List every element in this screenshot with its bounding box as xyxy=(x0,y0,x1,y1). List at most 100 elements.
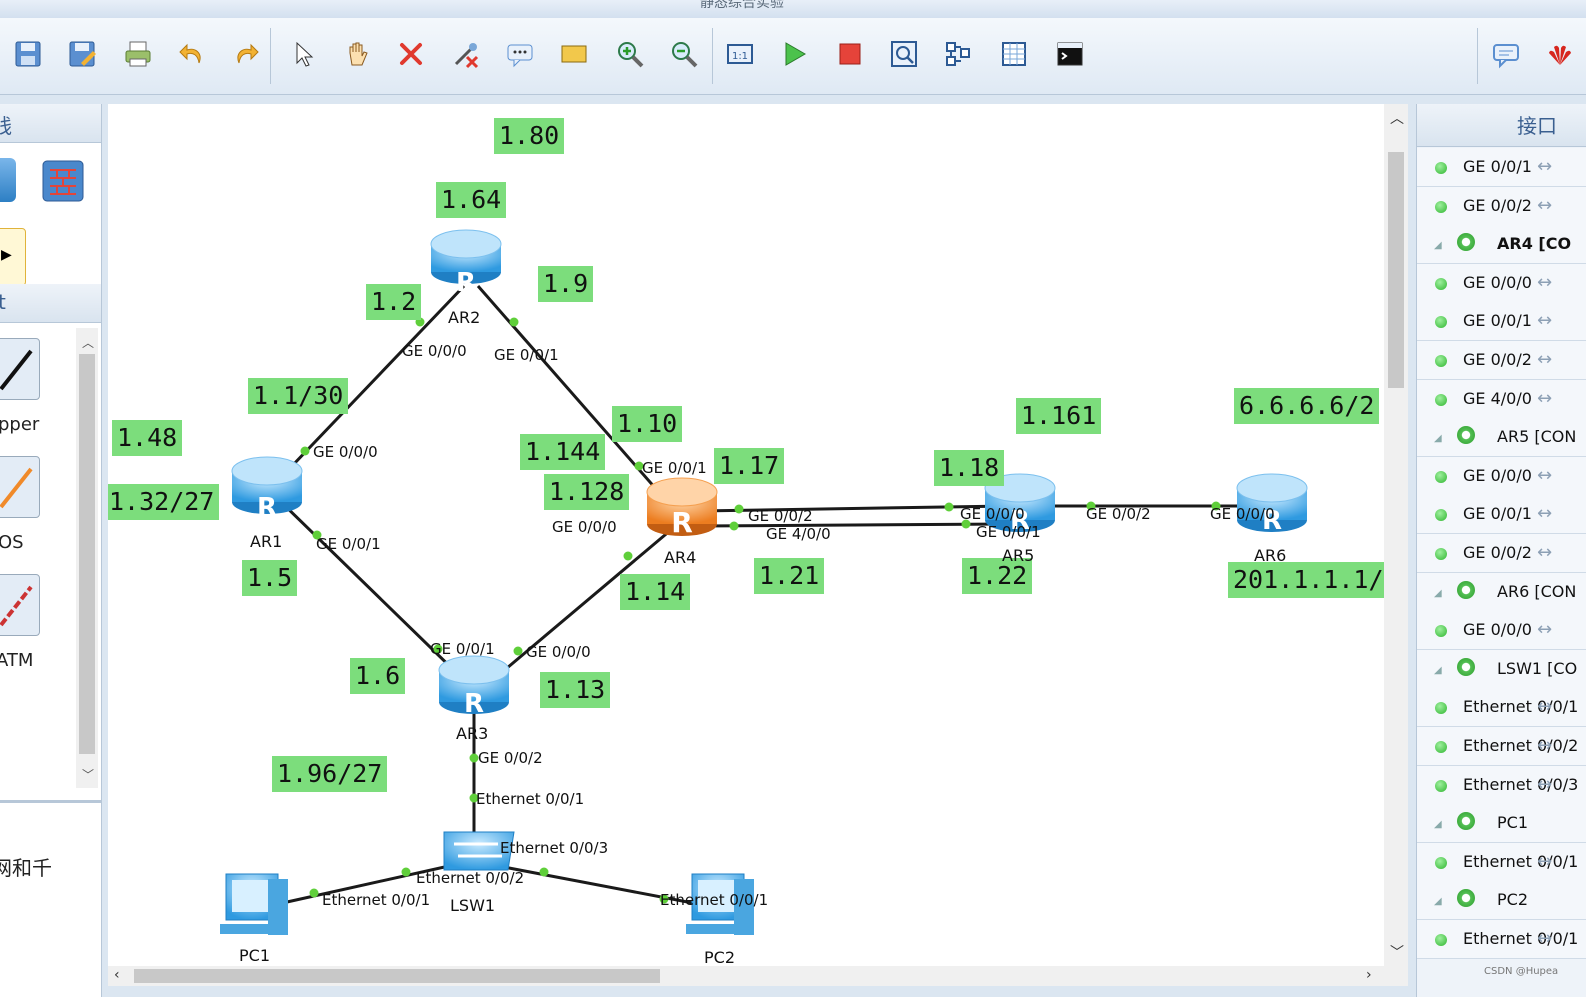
port-label: GE 0/0/1 xyxy=(976,523,1041,541)
port-status-icon xyxy=(1435,470,1447,483)
ip-note[interactable]: 6.6.6.6/2 xyxy=(1234,388,1380,424)
interface-device-row[interactable]: ◢ PC2 xyxy=(1417,881,1586,921)
save-icon[interactable] xyxy=(10,36,46,72)
interface-port-row[interactable]: GE 0/0/2 ↔ xyxy=(1417,534,1586,573)
canvas-vertical-scrollbar[interactable]: ︿ ﹀ xyxy=(1384,104,1408,966)
auto-link-icon[interactable]: ▶ xyxy=(0,228,26,286)
ip-note[interactable]: 1.18 xyxy=(934,450,1005,486)
interface-port-row[interactable]: Ethernet 0/0/3 ↔ xyxy=(1417,765,1586,805)
scroll-thumb[interactable] xyxy=(1388,152,1404,388)
interface-port-row[interactable]: GE 0/0/0 ↔ xyxy=(1417,263,1586,303)
topology-canvas[interactable]: R R R R R R 1.80 1.64 1.2 1.9 1.1/30 1.1… xyxy=(108,104,1384,966)
interface-port-row[interactable]: GE 0/0/2 ↔ xyxy=(1417,341,1586,380)
select-pointer-icon[interactable] xyxy=(285,36,321,72)
delete-link-icon[interactable] xyxy=(448,36,484,72)
ip-note[interactable]: 1.2 xyxy=(366,284,422,320)
wireless-device-icon[interactable] xyxy=(0,158,16,202)
zoom-out-icon[interactable] xyxy=(666,36,702,72)
expand-arrow-icon[interactable]: ◢ xyxy=(1434,240,1442,251)
port-label: GE 0/0/1 xyxy=(316,535,381,553)
atm-cable-icon[interactable] xyxy=(0,574,40,636)
ip-note[interactable]: 1.144 xyxy=(520,434,606,470)
stop-device-icon[interactable] xyxy=(832,36,868,72)
grid-icon[interactable] xyxy=(996,36,1032,72)
expand-arrow-icon[interactable]: ◢ xyxy=(1434,588,1442,599)
ip-note[interactable]: 1.13 xyxy=(540,672,611,708)
port-status-icon xyxy=(1435,702,1447,715)
expand-arrow-icon[interactable]: ◢ xyxy=(1434,819,1442,830)
rectangle-icon[interactable] xyxy=(556,36,592,72)
ip-note[interactable]: 1.10 xyxy=(612,406,683,442)
ip-note[interactable]: 1.128 xyxy=(544,474,630,510)
start-device-icon[interactable] xyxy=(776,36,812,72)
interface-device-row[interactable]: ◢ AR5 [CON xyxy=(1417,418,1586,458)
ip-note[interactable]: 1.6 xyxy=(350,658,406,694)
undo-icon[interactable] xyxy=(174,36,210,72)
ip-note[interactable]: 1.9 xyxy=(538,266,594,302)
zoom-in-icon[interactable] xyxy=(612,36,648,72)
interface-port-row[interactable]: GE 0/0/1 ↔ xyxy=(1417,302,1586,342)
interface-port-row[interactable]: GE 0/0/0 ↔ xyxy=(1417,456,1586,496)
palette-scrollbar[interactable]: ︿ ﹀ xyxy=(76,328,98,788)
scroll-right-icon[interactable]: › xyxy=(1366,967,1372,983)
interface-port-row[interactable]: GE 0/0/1 ↔ xyxy=(1417,148,1586,187)
firewall-device-icon[interactable] xyxy=(40,158,86,204)
interface-device-row[interactable]: ◢ AR4 [CO xyxy=(1417,225,1586,265)
redo-icon[interactable] xyxy=(228,36,264,72)
ip-note[interactable]: 1.48 xyxy=(112,420,183,456)
interface-device-row[interactable]: ◢ LSW1 [CO xyxy=(1417,649,1586,689)
scroll-down-icon[interactable]: ﹀ xyxy=(1390,942,1404,962)
device-label-pc2: PC2 xyxy=(704,948,735,966)
ip-note[interactable]: 1.17 xyxy=(714,448,785,484)
interface-port-row[interactable]: GE 0/0/1 ↔ xyxy=(1417,495,1586,535)
interface-port-row[interactable]: GE 4/0/0 ↔ xyxy=(1417,379,1586,419)
ip-note[interactable]: 1.14 xyxy=(620,574,691,610)
interface-device-row[interactable]: ◢ PC1 xyxy=(1417,804,1586,844)
text-comment-icon[interactable] xyxy=(502,36,538,72)
capture-icon[interactable] xyxy=(886,36,922,72)
expand-arrow-icon[interactable]: ◢ xyxy=(1434,896,1442,907)
link-dot xyxy=(509,317,519,327)
link-dot xyxy=(309,888,319,898)
ip-note[interactable]: 1.32/27 xyxy=(108,484,220,520)
expand-arrow-icon[interactable]: ◢ xyxy=(1434,433,1442,444)
watermark: CSDN @Hupea xyxy=(1484,966,1559,977)
port-label: GE 0/0/2 xyxy=(478,749,543,767)
ip-note[interactable]: 1.21 xyxy=(754,558,825,594)
scroll-up-icon[interactable]: ︿ xyxy=(1390,108,1404,128)
interface-port-row[interactable]: GE 0/0/2 ↔ xyxy=(1417,186,1586,226)
interface-port-row[interactable]: Ethernet 0/0/1 ↔ xyxy=(1417,688,1586,728)
ip-note[interactable]: 1.1/30 xyxy=(248,378,349,414)
chat-icon[interactable] xyxy=(1488,36,1524,72)
ip-note[interactable]: 1.96/27 xyxy=(272,756,388,792)
ip-note[interactable]: 1.64 xyxy=(436,182,507,218)
scroll-left-icon[interactable]: ‹ xyxy=(114,967,120,983)
print-icon[interactable] xyxy=(120,36,156,72)
topology-icon[interactable] xyxy=(940,36,976,72)
pos-cable-icon[interactable] xyxy=(0,456,40,518)
interface-port-row[interactable]: Ethernet 0/0/1 ↔ xyxy=(1417,920,1586,959)
expand-arrow-icon[interactable]: ◢ xyxy=(1434,665,1442,676)
console-icon[interactable] xyxy=(1052,36,1088,72)
ip-note[interactable]: 1.161 xyxy=(1016,398,1102,434)
delete-icon[interactable] xyxy=(393,36,429,72)
port-label: GE 0/0/1 xyxy=(430,640,495,658)
interface-port-row[interactable]: Ethernet 0/0/1 ↔ xyxy=(1417,842,1586,882)
fit-window-icon[interactable]: 1:1 xyxy=(722,36,758,72)
copper-cable-icon[interactable] xyxy=(0,338,40,400)
hand-pan-icon[interactable] xyxy=(339,36,375,72)
ip-note[interactable]: 1.5 xyxy=(242,560,298,596)
interface-device-row[interactable]: ◢ AR6 [CON xyxy=(1417,572,1586,612)
canvas-horizontal-scrollbar[interactable]: ‹ › xyxy=(108,966,1408,986)
huawei-logo-icon[interactable] xyxy=(1542,36,1578,72)
interface-row-label: GE 0/0/1 xyxy=(1463,311,1532,331)
port-status-icon xyxy=(1435,277,1447,290)
topology-links: R R R R R R xyxy=(220,229,1308,935)
ip-note[interactable]: 1.80 xyxy=(494,118,565,154)
interface-port-row[interactable]: GE 0/0/0 ↔ xyxy=(1417,611,1586,651)
save-as-icon[interactable] xyxy=(64,36,100,72)
interface-port-row[interactable]: Ethernet 0/0/2 ↔ xyxy=(1417,727,1586,766)
ip-note[interactable]: 201.1.1.1/ xyxy=(1228,562,1384,598)
scroll-thumb[interactable] xyxy=(134,969,660,983)
port-status-icon xyxy=(1435,316,1447,329)
